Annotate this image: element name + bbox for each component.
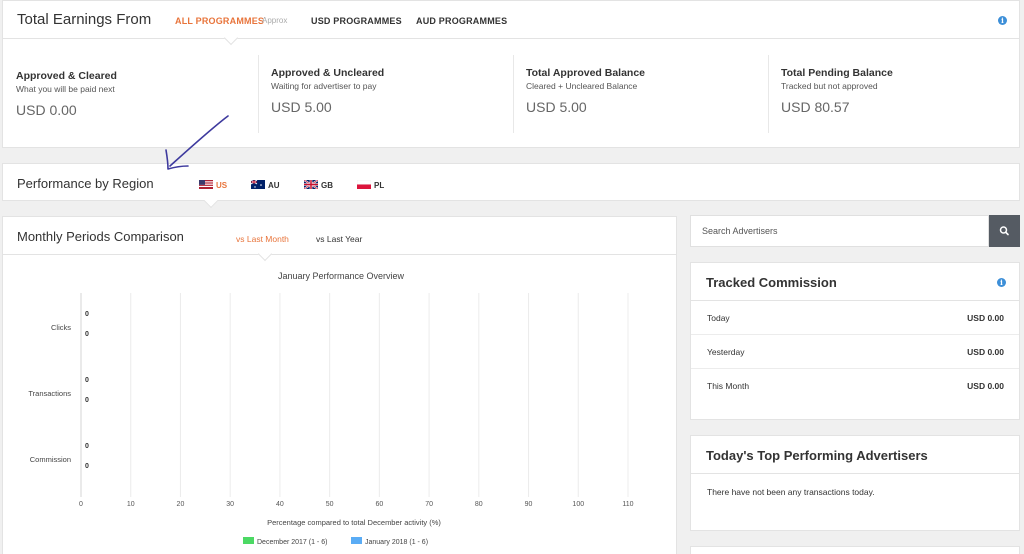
- data-label: 0: [85, 331, 89, 338]
- tab-vs-last-month[interactable]: vs Last Month: [236, 234, 289, 244]
- comparison-header: Monthly Periods Comparison vs Last Month…: [3, 217, 676, 262]
- x-tick-label: 100: [572, 501, 584, 508]
- total-pending-card: Total Pending Balance Tracked but not ap…: [768, 39, 1023, 148]
- earn-amount: USD 5.00: [526, 99, 587, 115]
- data-label: 0: [85, 377, 89, 384]
- tracked-header: Tracked Commission i: [691, 263, 1019, 301]
- comparison-panel: Monthly Periods Comparison vs Last Month…: [2, 216, 677, 554]
- tracked-row-value: USD 0.00: [967, 381, 1004, 391]
- us-flag-icon[interactable]: [199, 180, 213, 189]
- earn-amount: USD 0.00: [16, 102, 77, 118]
- data-label: 0: [85, 397, 89, 404]
- search-input[interactable]: [690, 215, 989, 247]
- category-label: Commission: [30, 455, 71, 464]
- region-us[interactable]: US: [216, 181, 227, 190]
- earnings-header: Total Earnings From ALL PROGRAMMES Appro…: [3, 1, 1019, 46]
- category-label: Clicks: [51, 323, 71, 332]
- region-pl[interactable]: PL: [374, 181, 384, 190]
- x-tick-label: 80: [475, 501, 483, 508]
- approx-label: Approx: [262, 16, 288, 25]
- approved-uncleared-card: Approved & Uncleared Waiting for adverti…: [258, 39, 513, 148]
- region-gb[interactable]: GB: [321, 181, 333, 190]
- x-tick-label: 60: [375, 501, 383, 508]
- chart-title: January Performance Overview: [278, 271, 405, 281]
- earnings-panel: Total Earnings From ALL PROGRAMMES Appro…: [2, 0, 1020, 148]
- x-tick-label: 40: [276, 501, 284, 508]
- x-tick-label: 20: [177, 501, 185, 508]
- search-button[interactable]: [989, 215, 1020, 247]
- legend-label: December 2017 (1 - 6): [257, 539, 327, 546]
- legend-label: January 2018 (1 - 6): [365, 539, 428, 546]
- tab-vs-last-year[interactable]: vs Last Year: [316, 234, 362, 244]
- comparison-title: Monthly Periods Comparison: [17, 229, 184, 244]
- legend-swatch: [351, 537, 362, 544]
- tracked-row-this-month: This Month USD 0.00: [691, 369, 1019, 403]
- tracked-commission-panel: Tracked Commission i Today USD 0.00 Yest…: [690, 262, 1020, 420]
- data-label: 0: [85, 443, 89, 450]
- earn-sub: Waiting for advertiser to pay: [271, 81, 377, 91]
- info-icon[interactable]: i: [998, 16, 1007, 25]
- au-flag-icon[interactable]: [251, 180, 265, 189]
- x-tick-label: 10: [127, 501, 135, 508]
- x-tick-label: 110: [622, 501, 633, 508]
- data-label: 0: [85, 311, 89, 318]
- next-panel: [690, 546, 1020, 554]
- earn-amount: USD 80.57: [781, 99, 850, 115]
- earn-amount: USD 5.00: [271, 99, 332, 115]
- region-au[interactable]: AU: [268, 181, 280, 190]
- region-caret: [203, 193, 219, 209]
- tab-aud-programmes[interactable]: AUD PROGRAMMES: [416, 16, 507, 26]
- info-icon[interactable]: i: [997, 278, 1006, 287]
- region-title: Performance by Region: [17, 176, 154, 191]
- top-advertisers-header: Today's Top Performing Advertisers: [691, 436, 1019, 474]
- category-label: Transactions: [28, 389, 71, 398]
- earn-label: Approved & Cleared: [16, 70, 117, 82]
- tab-usd-programmes[interactable]: USD PROGRAMMES: [311, 16, 402, 26]
- gb-flag-icon[interactable]: [304, 180, 318, 189]
- search-icon: [999, 226, 1009, 236]
- top-advertisers-title: Today's Top Performing Advertisers: [706, 448, 928, 463]
- earn-sub: Tracked but not approved: [781, 81, 878, 91]
- tracked-title: Tracked Commission: [706, 275, 837, 290]
- tracked-row-today: Today USD 0.00: [691, 301, 1019, 335]
- earn-sub: What you will be paid next: [16, 84, 115, 94]
- tracked-row-yesterday: Yesterday USD 0.00: [691, 335, 1019, 369]
- total-approved-card: Total Approved Balance Cleared + Unclear…: [513, 39, 768, 148]
- annotation-arrow-icon: [165, 115, 229, 170]
- earn-label: Total Pending Balance: [781, 67, 893, 79]
- earn-label: Approved & Uncleared: [271, 67, 385, 79]
- empty-message: There have not been any transactions tod…: [707, 487, 875, 497]
- tracked-row-value: USD 0.00: [967, 347, 1004, 357]
- data-label: 0: [85, 463, 89, 470]
- legend-swatch: [243, 537, 254, 544]
- tab-all-programmes[interactable]: ALL PROGRAMMES: [175, 16, 264, 26]
- region-panel: Performance by Region US AU GB PL: [2, 163, 1020, 209]
- tracked-row-label: Today: [707, 313, 730, 323]
- earn-label: Total Approved Balance: [526, 67, 646, 79]
- performance-chart: January Performance Overview Clicks Trans…: [28, 271, 633, 546]
- earn-sub: Cleared + Uncleared Balance: [526, 81, 638, 91]
- top-advertisers-panel: Today's Top Performing Advertisers There…: [690, 435, 1020, 531]
- x-tick-label: 0: [79, 501, 83, 508]
- x-axis-label: Percentage compared to total December ac…: [267, 518, 441, 527]
- earnings-title: Total Earnings From: [17, 11, 152, 28]
- x-tick-label: 50: [326, 501, 334, 508]
- tracked-row-label: Yesterday: [707, 347, 745, 357]
- pl-flag-icon[interactable]: [357, 180, 371, 189]
- x-tick-label: 30: [226, 501, 234, 508]
- tracked-row-label: This Month: [707, 381, 750, 391]
- x-tick-label: 90: [525, 501, 533, 508]
- tracked-row-value: USD 0.00: [967, 313, 1004, 323]
- x-tick-label: 70: [425, 501, 433, 508]
